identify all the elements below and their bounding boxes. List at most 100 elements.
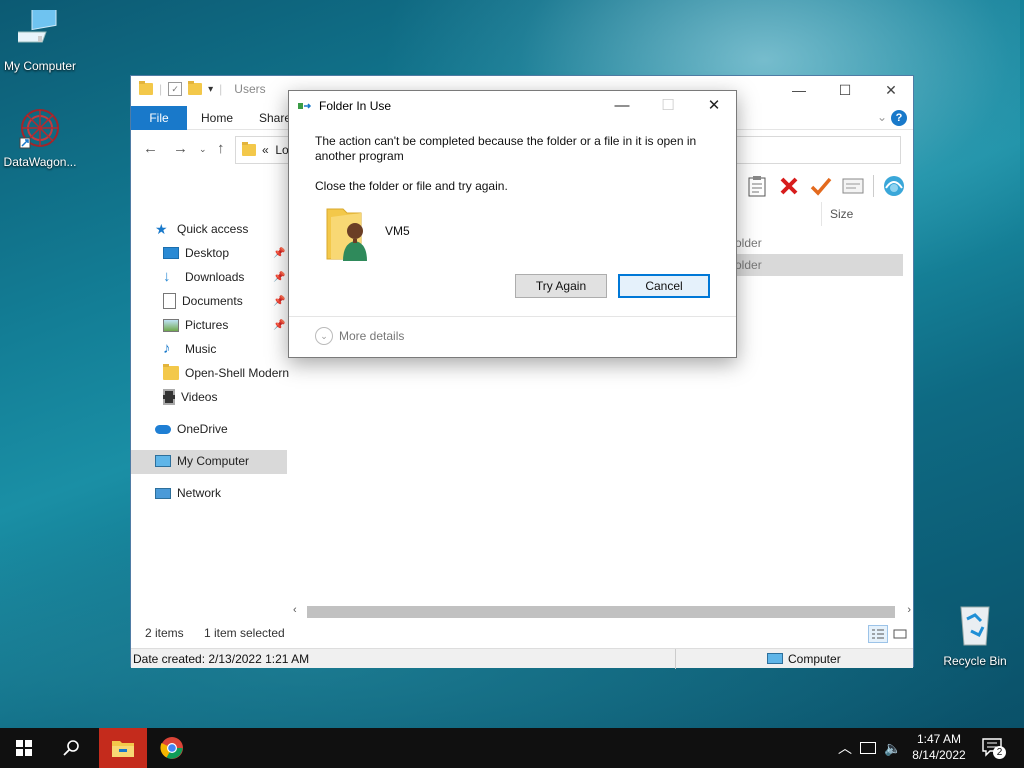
desktop-icon-label: DataWagon... — [3, 155, 77, 169]
tab-file[interactable]: File — [131, 106, 187, 130]
nav-label: OneDrive — [177, 422, 228, 436]
folder-icon — [139, 81, 153, 95]
download-icon: ↓ — [163, 268, 171, 285]
network-tray-icon[interactable] — [860, 742, 876, 754]
nav-label: My Computer — [177, 454, 250, 468]
recent-locations-icon[interactable]: ⌄ — [199, 144, 207, 155]
recycle-bin-icon — [960, 606, 990, 646]
user-folder-icon — [326, 208, 367, 261]
window-title: Users — [234, 82, 266, 96]
scroll-thumb[interactable] — [307, 606, 895, 618]
status-bar: 2 items 1 item selected — [131, 622, 913, 648]
nav-item-my-computer[interactable]: My Computer — [155, 450, 249, 472]
selected-count: 1 item selected — [204, 626, 285, 640]
customize-quick-access-icon[interactable]: ▾ — [208, 84, 213, 95]
chevron-down-icon: ⌄ — [315, 327, 333, 345]
pin-icon[interactable]: 📌 — [273, 248, 285, 259]
nav-label: Videos — [181, 390, 218, 404]
dialog-minimize-button[interactable]: — — [599, 91, 645, 121]
clock-time: 1:47 AM — [916, 732, 962, 746]
location-label: Computer — [788, 652, 841, 666]
properties-icon[interactable]: ✓ — [168, 82, 183, 96]
dialog-title-bar: Folder In Use — ☐ ✕ — [289, 91, 736, 121]
file-row-type[interactable]: older — [735, 236, 762, 250]
minimize-button[interactable]: — — [776, 76, 822, 106]
action-center-button[interactable]: 2 — [982, 738, 1006, 759]
nav-label: Downloads — [185, 270, 245, 284]
nav-item-videos[interactable]: Videos — [163, 386, 217, 408]
large-icons-view-button[interactable] — [890, 625, 910, 643]
details-view-button[interactable] — [868, 625, 888, 643]
checkmark-icon[interactable] — [809, 174, 833, 198]
card-icon[interactable] — [841, 174, 865, 198]
nav-item-pictures[interactable]: Pictures — [163, 314, 228, 336]
show-hidden-icons[interactable]: ︿ — [838, 738, 852, 758]
nav-item-quick-access[interactable]: ★ Quick access — [155, 218, 248, 240]
taskbar-chrome[interactable] — [148, 728, 196, 768]
taskbar: ︿ 🔈 1:47 AM 8/14/2022 2 — [0, 728, 1024, 768]
more-details-label: More details — [339, 329, 405, 343]
delete-icon[interactable] — [777, 174, 801, 198]
dialog-close-button[interactable]: ✕ — [691, 91, 737, 121]
search-button[interactable] — [48, 728, 96, 768]
start-button[interactable] — [0, 728, 48, 768]
nav-item-network[interactable]: Network — [155, 482, 221, 504]
pin-icon[interactable]: 📌 — [273, 272, 285, 283]
notification-count: 2 — [993, 746, 1006, 759]
desktop-icon-label: My Computer — [3, 59, 77, 73]
nav-item-desktop[interactable]: Desktop — [163, 242, 229, 264]
back-button[interactable]: ← — [143, 140, 158, 157]
address-text: Lo — [275, 143, 289, 157]
network-icon — [155, 487, 171, 499]
shell-icon[interactable] — [882, 174, 906, 198]
pictures-icon — [163, 318, 179, 332]
up-button[interactable]: ↑ — [217, 140, 225, 157]
folder-icon — [242, 142, 256, 156]
desktop-icon-label: Recycle Bin — [943, 654, 1007, 668]
desktop-folder-icon — [163, 247, 179, 259]
nav-item-documents[interactable]: Documents — [163, 290, 243, 312]
pin-icon[interactable]: 📌 — [273, 320, 285, 331]
desktop-icon-my-computer[interactable]: My Computer — [0, 4, 80, 73]
nav-item-open-shell[interactable]: Open-Shell Modern — [163, 362, 289, 384]
try-again-button[interactable]: Try Again — [515, 274, 607, 298]
clock[interactable]: 1:47 AM 8/14/2022 — [906, 731, 972, 763]
scroll-right-icon[interactable]: › — [907, 604, 911, 616]
forward-button[interactable]: → — [173, 140, 188, 157]
scroll-left-icon[interactable]: ‹ — [293, 604, 297, 616]
nav-item-downloads[interactable]: ↓ Downloads — [163, 266, 244, 288]
nav-item-onedrive[interactable]: OneDrive — [155, 418, 228, 440]
desktop-icon-recycle-bin[interactable]: Recycle Bin — [935, 601, 1015, 668]
message-line-2: another program — [315, 149, 404, 163]
dialog-title: Folder In Use — [319, 99, 392, 113]
nav-label: Music — [185, 342, 217, 356]
taskbar-file-explorer[interactable] — [99, 728, 147, 768]
computer-icon — [11, 4, 57, 43]
nav-label: Network — [177, 486, 222, 500]
details-bar: Date created: 2/13/2022 1:21 AM Computer — [131, 648, 913, 669]
maximize-button[interactable]: ☐ — [822, 76, 868, 106]
star-icon: ★ — [155, 221, 168, 237]
clock-date: 8/14/2022 — [912, 748, 966, 762]
nav-item-music[interactable]: ♪ Music — [163, 338, 216, 360]
more-details-toggle[interactable]: ⌄ More details — [315, 327, 404, 345]
desktop-icon-datawagon[interactable]: DataWagon... — [0, 106, 80, 169]
tab-home[interactable]: Home — [187, 106, 247, 130]
new-folder-icon[interactable] — [188, 81, 203, 95]
help-icon[interactable]: ? — [891, 110, 907, 126]
toolbar-icons — [745, 174, 906, 198]
pin-icon[interactable]: 📌 — [273, 296, 285, 307]
music-icon: ♪ — [163, 340, 171, 357]
clipboard-icon[interactable] — [745, 174, 769, 198]
horizontal-scrollbar[interactable]: ‹ › — [291, 604, 913, 620]
cancel-button[interactable]: Cancel — [618, 274, 710, 298]
move-files-icon — [298, 103, 312, 109]
breadcrumb-overflow-icon[interactable]: « — [262, 143, 269, 157]
expand-ribbon-icon[interactable]: ⌄ — [877, 110, 887, 124]
column-header-size[interactable]: Size — [821, 202, 905, 226]
volume-icon[interactable]: 🔈 — [884, 740, 901, 757]
dialog-maximize-button: ☐ — [661, 97, 675, 114]
file-row-type[interactable]: older — [735, 258, 762, 272]
close-button[interactable]: ✕ — [868, 76, 914, 106]
message-line-1: The action can't be completed because th… — [315, 134, 697, 148]
